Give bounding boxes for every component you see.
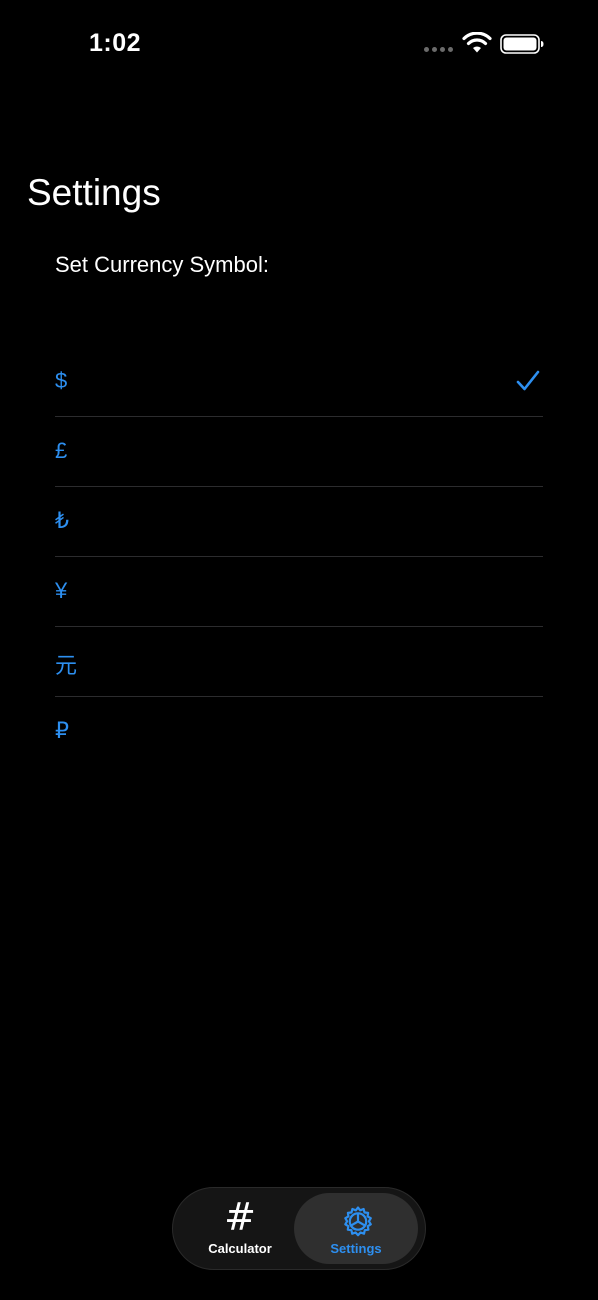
battery-icon <box>500 34 544 54</box>
currency-list: $ £ ₺ ¥ 元 ₽ <box>55 347 543 767</box>
currency-row-ruble[interactable]: ₽ <box>55 697 543 767</box>
status-bar: 1:02 <box>0 0 598 90</box>
currency-symbol: £ <box>55 438 68 463</box>
currency-row-yen[interactable]: ¥ <box>55 557 543 627</box>
currency-row-pound[interactable]: £ <box>55 417 543 487</box>
tab-bar: # Calculator Settings <box>172 1187 426 1270</box>
tab-settings[interactable]: Settings <box>294 1193 418 1264</box>
currency-symbol: $ <box>55 368 68 393</box>
tab-calculator[interactable]: # Calculator <box>178 1193 302 1264</box>
currency-symbol: 元 <box>55 653 78 678</box>
hash-icon: # <box>224 1195 256 1239</box>
tab-label: Calculator <box>208 1241 272 1256</box>
currency-symbol: ₺ <box>55 508 69 533</box>
cellular-signal-icon <box>424 47 453 52</box>
status-time: 1:02 <box>89 29 142 57</box>
currency-row-dollar[interactable]: $ <box>55 347 543 417</box>
currency-row-yuan[interactable]: 元 <box>55 627 543 697</box>
page-title: Settings <box>27 172 161 213</box>
currency-section-label: Set Currency Symbol: <box>55 252 269 277</box>
currency-symbol: ¥ <box>55 578 68 603</box>
currency-symbol: ₽ <box>55 718 69 743</box>
currency-row-lira[interactable]: ₺ <box>55 487 543 557</box>
wifi-icon <box>462 32 492 53</box>
checkmark-icon <box>516 370 540 391</box>
gear-icon <box>344 1206 372 1237</box>
tab-label: Settings <box>330 1241 382 1256</box>
